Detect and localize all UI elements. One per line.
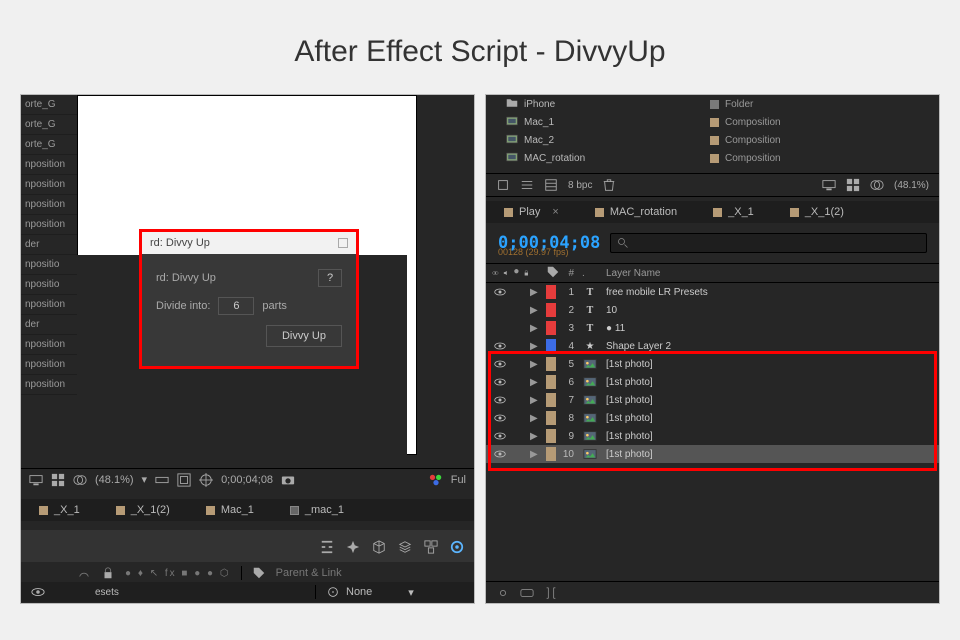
target-icon[interactable] bbox=[199, 473, 213, 487]
divvyup-dialog: rd: Divvy Up rd: Divvy Up ? Divide into:… bbox=[139, 229, 359, 369]
help-button[interactable]: ? bbox=[318, 269, 342, 287]
layer-row[interactable]: ▶2T10 bbox=[486, 301, 939, 319]
divide-into-input[interactable]: 6 bbox=[218, 297, 254, 315]
layer-row[interactable]: ▶7[1st photo] bbox=[486, 391, 939, 409]
project-row[interactable]: nposition bbox=[21, 215, 77, 235]
eye-icon[interactable] bbox=[31, 585, 45, 599]
parts-label: parts bbox=[262, 300, 286, 312]
tab-Mac_1[interactable]: Mac_1 bbox=[188, 504, 272, 516]
divide-into-label: Divide into: bbox=[156, 300, 210, 312]
project-panel: iPhoneFolderMac_1CompositionMac_2Composi… bbox=[486, 95, 939, 167]
project-row[interactable]: der bbox=[21, 315, 77, 335]
bracket-icon[interactable] bbox=[544, 586, 558, 600]
viewer-footer: (48.1%) ▾ 0;00;04;08 Ful bbox=[21, 468, 474, 490]
boxes-icon[interactable] bbox=[424, 540, 438, 554]
lock-icon[interactable] bbox=[101, 566, 115, 580]
resolution-label[interactable]: Ful bbox=[451, 474, 466, 486]
flare-icon[interactable] bbox=[346, 540, 360, 554]
tab-_X_1(2)[interactable]: _X_1(2) bbox=[772, 206, 862, 218]
safezone-icon[interactable] bbox=[177, 473, 191, 487]
timeline-tabs: _X_1_X_1(2)Mac_1_mac_1 bbox=[21, 499, 474, 521]
grid-small-icon[interactable] bbox=[846, 178, 860, 192]
parent-none-label: None bbox=[346, 586, 372, 598]
sub-timecode: 00128 (29.97 fps) bbox=[498, 247, 569, 257]
thumb-small-icon[interactable] bbox=[496, 178, 510, 192]
shy-icon[interactable] bbox=[77, 566, 91, 580]
camera-icon[interactable] bbox=[281, 473, 295, 487]
close-icon[interactable] bbox=[338, 238, 348, 248]
project-row[interactable]: npositio bbox=[21, 275, 77, 295]
display-icon[interactable] bbox=[29, 473, 43, 487]
monitor-icon[interactable] bbox=[822, 178, 836, 192]
layer-row[interactable]: ▶9[1st photo] bbox=[486, 427, 939, 445]
pickwhip-icon[interactable] bbox=[326, 585, 340, 599]
palette-icon[interactable] bbox=[429, 473, 443, 487]
project-row[interactable]: nposition bbox=[21, 295, 77, 315]
toggle-sw-icon[interactable] bbox=[520, 586, 534, 600]
grid-icon[interactable] bbox=[51, 473, 65, 487]
align-icon[interactable] bbox=[320, 540, 334, 554]
project-item[interactable]: iPhoneFolder bbox=[486, 95, 939, 113]
cube-icon[interactable] bbox=[372, 540, 386, 554]
project-row[interactable]: nposition bbox=[21, 195, 77, 215]
project-row[interactable]: nposition bbox=[21, 175, 77, 195]
footer-timecode[interactable]: 0;00;04;08 bbox=[221, 474, 273, 486]
eye-hdr-icon[interactable] bbox=[492, 266, 499, 280]
tab-Play[interactable]: Play× bbox=[486, 206, 577, 218]
zoom-level[interactable]: (48.1%) bbox=[95, 474, 134, 486]
project-row[interactable]: nposition bbox=[21, 335, 77, 355]
dialog-body-title: rd: Divvy Up bbox=[156, 272, 216, 284]
search-input[interactable] bbox=[610, 233, 927, 253]
layer-row[interactable]: ▶6[1st photo] bbox=[486, 373, 939, 391]
bpc-label[interactable]: 8 bpc bbox=[568, 180, 592, 191]
project-item[interactable]: Mac_1Composition bbox=[486, 113, 939, 131]
thumb-list-icon[interactable] bbox=[520, 178, 534, 192]
mask-icon[interactable] bbox=[73, 473, 87, 487]
project-row[interactable]: nposition bbox=[21, 355, 77, 375]
layer-header: ● # . Layer Name bbox=[486, 263, 939, 283]
timeline-tabs: Play×MAC_rotation_X_1_X_1(2) bbox=[486, 201, 939, 223]
tab-_X_1[interactable]: _X_1 bbox=[695, 206, 772, 218]
layer-row[interactable]: ▶8[1st photo] bbox=[486, 409, 939, 427]
layer-stack-icon[interactable] bbox=[398, 540, 412, 554]
tab-_X_1[interactable]: _X_1 bbox=[21, 504, 98, 516]
tab-MAC_rotation[interactable]: MAC_rotation bbox=[577, 206, 695, 218]
layer-row[interactable]: ▶4★Shape Layer 2 bbox=[486, 337, 939, 355]
zoom2-label[interactable]: (48.1%) bbox=[894, 180, 929, 191]
project-item[interactable]: Mac_2Composition bbox=[486, 131, 939, 149]
project-row[interactable]: orte_G bbox=[21, 135, 77, 155]
right-screenshot: iPhoneFolderMac_1CompositionMac_2Composi… bbox=[485, 94, 940, 604]
project-row[interactable]: orte_G bbox=[21, 115, 77, 135]
left-screenshot: orte_Gorte_Gorte_Gnpositionnpositionnpos… bbox=[20, 94, 475, 604]
project-row[interactable]: nposition bbox=[21, 155, 77, 175]
project-row[interactable]: der bbox=[21, 235, 77, 255]
speaker-hdr-icon[interactable] bbox=[503, 266, 510, 280]
lock-hdr-icon[interactable] bbox=[523, 266, 530, 280]
mask2-icon[interactable] bbox=[870, 178, 884, 192]
ruler-icon[interactable] bbox=[155, 473, 169, 487]
tag-icon[interactable] bbox=[252, 566, 266, 580]
divvy-up-button[interactable]: Divvy Up bbox=[266, 325, 342, 347]
tab-_X_1(2)[interactable]: _X_1(2) bbox=[98, 504, 188, 516]
chain-icon[interactable] bbox=[496, 586, 510, 600]
trash-icon[interactable] bbox=[602, 178, 616, 192]
project-sidebar: orte_Gorte_Gorte_Gnpositionnpositionnpos… bbox=[21, 95, 77, 455]
tab-_mac_1[interactable]: _mac_1 bbox=[272, 504, 362, 516]
film-icon[interactable] bbox=[544, 178, 558, 192]
layer-row[interactable]: ▶1Tfree mobile LR Presets bbox=[486, 283, 939, 301]
parent-link-label: Parent & Link bbox=[276, 567, 342, 579]
dialog-title: rd: Divvy Up bbox=[150, 237, 210, 249]
layer-row[interactable]: ▶5[1st photo] bbox=[486, 355, 939, 373]
layer-row[interactable]: ▶3T● 11 bbox=[486, 319, 939, 337]
layer-row[interactable]: ▶10[1st photo] bbox=[486, 445, 939, 463]
layers-list: ▶1Tfree mobile LR Presets▶2T10▶3T● 11▶4★… bbox=[486, 283, 939, 463]
project-row[interactable]: npositio bbox=[21, 255, 77, 275]
project-row[interactable]: orte_G bbox=[21, 95, 77, 115]
presets-label: esets bbox=[95, 587, 119, 598]
project-item[interactable]: MAC_rotationComposition bbox=[486, 149, 939, 167]
page-title: After Effect Script - DivvyUp bbox=[0, 0, 960, 94]
project-row[interactable]: nposition bbox=[21, 375, 77, 395]
spiral-icon[interactable] bbox=[450, 540, 464, 554]
